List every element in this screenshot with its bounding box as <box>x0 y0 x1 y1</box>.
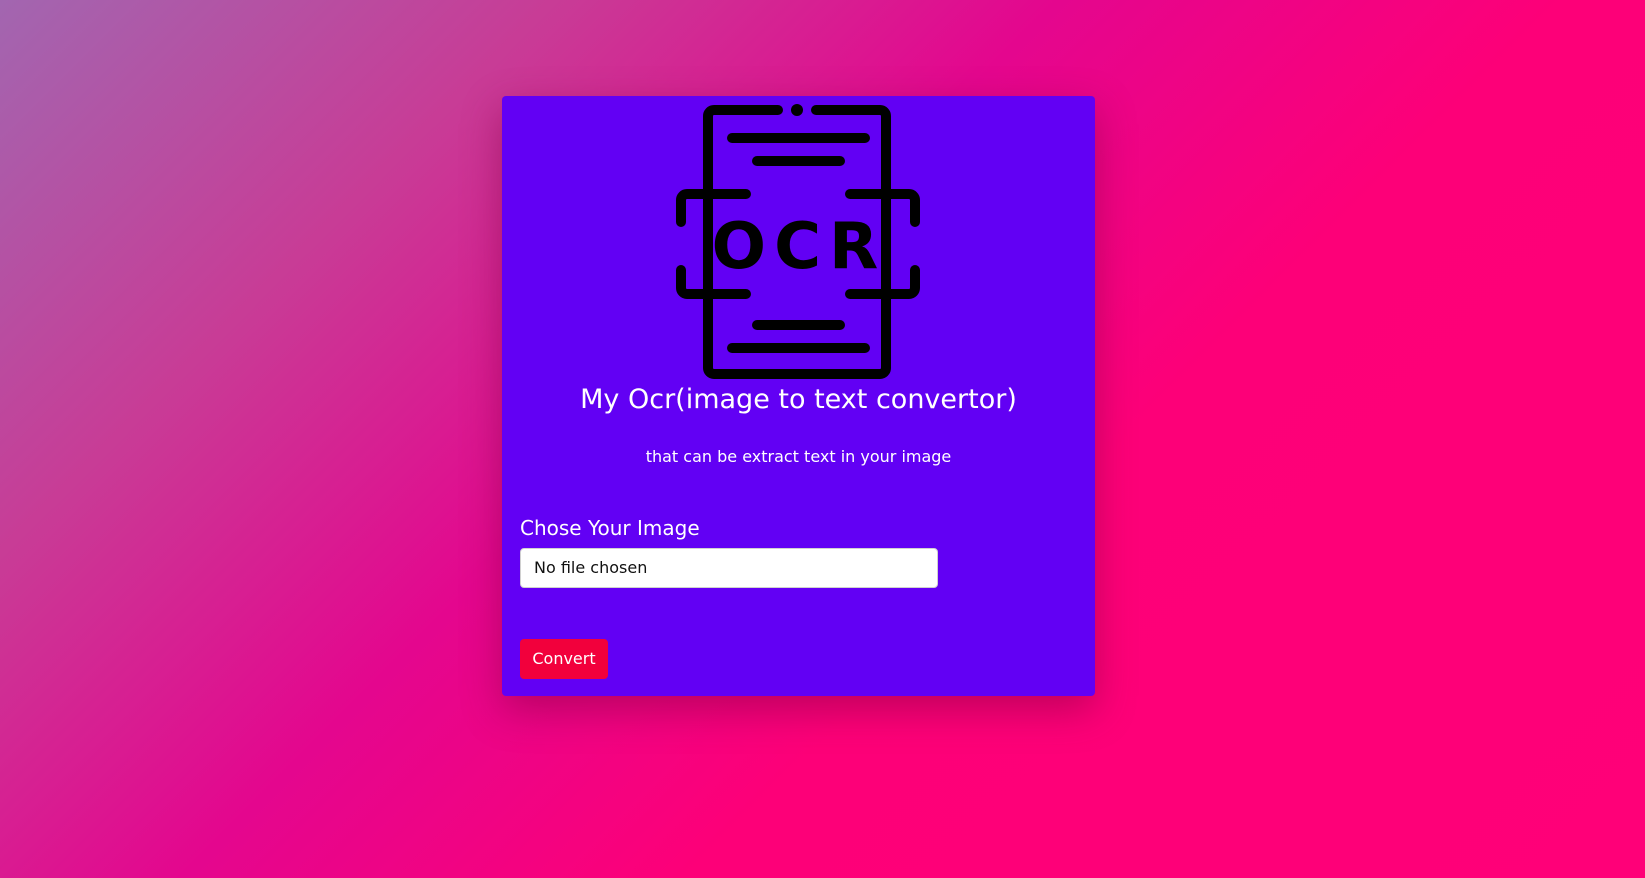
ocr-document-scan-icon: OCR <box>676 104 920 379</box>
logo-text: OCR <box>712 210 887 284</box>
convert-button[interactable]: Convert <box>520 639 608 679</box>
page-subtitle: that can be extract text in your image <box>645 447 952 466</box>
image-file-input[interactable]: No file chosen <box>520 548 938 588</box>
image-field-label: Chose Your Image <box>520 516 700 540</box>
page-title: My Ocr(image to text convertor) <box>580 384 1017 415</box>
ocr-card: OCR My Ocr(image to text convertor) that… <box>502 96 1095 696</box>
